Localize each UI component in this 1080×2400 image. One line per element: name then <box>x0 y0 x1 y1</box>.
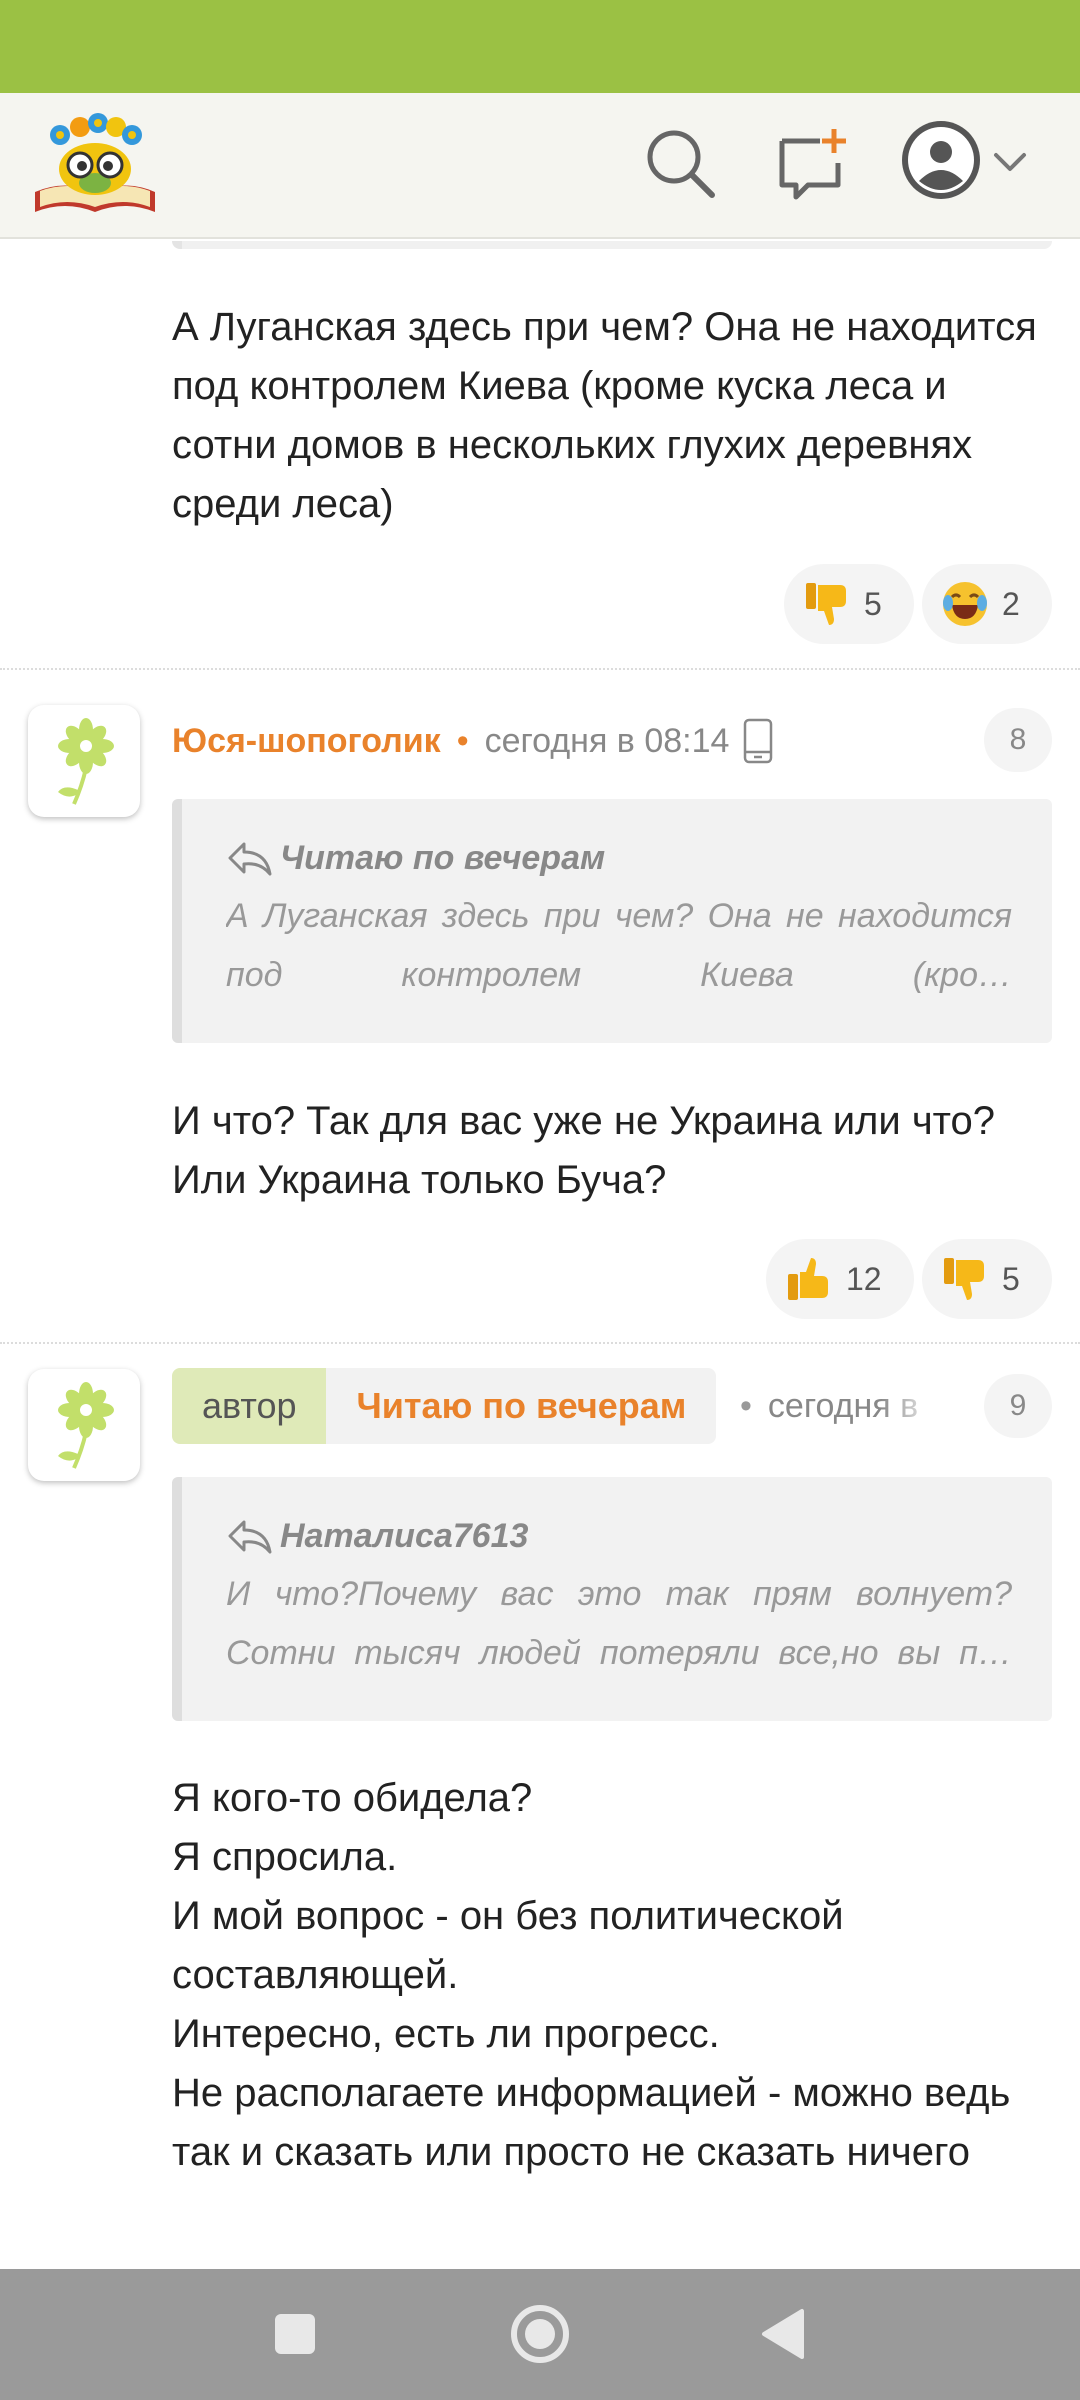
flower-avatar-icon <box>58 1382 114 1469</box>
thumbs-down-icon <box>944 1258 984 1300</box>
comment-text: А Луганская здесь при чем? Она не находи… <box>172 305 1037 526</box>
flower-avatar-icon <box>58 718 114 805</box>
comment-author[interactable]: Читаю по вечерам <box>326 1368 717 1444</box>
reply-arrow-icon <box>228 1520 272 1554</box>
reaction-laughing[interactable]: 2 <box>922 564 1052 644</box>
comment-time: сегодня в 08:14 <box>484 721 730 760</box>
new-message-icon[interactable] <box>772 123 852 203</box>
owl-reading-book-logo[interactable] <box>30 107 160 217</box>
reaction-count: 12 <box>846 1260 882 1297</box>
status-bar <box>0 0 1080 93</box>
comment-divider <box>0 668 1080 670</box>
quote-header: Наталиса7613 <box>226 1511 1012 1561</box>
quote-text: И что?Почему вас это так прям волнует? С… <box>226 1575 1012 1672</box>
laughing-emoji-icon <box>943 582 987 626</box>
reaction-count: 2 <box>1002 585 1020 622</box>
home-icon[interactable] <box>505 2299 575 2369</box>
quote-block-fragment <box>172 241 1052 249</box>
comment-text: Я кого-то обидела? Я спросила. И мой воп… <box>172 1776 1011 2174</box>
separator-dot: • <box>740 1386 752 1425</box>
thumbs-down-icon <box>806 583 846 625</box>
avatar[interactable] <box>28 705 140 817</box>
comment-meta: • сегодня в <box>740 1368 940 1444</box>
reaction-thumbs-down[interactable]: 5 <box>784 564 914 644</box>
comment-number[interactable]: 8 <box>984 708 1052 772</box>
comment-number[interactable]: 9 <box>984 1374 1052 1438</box>
recent-apps-icon[interactable] <box>260 2299 330 2369</box>
comment-text: И что? Так для вас уже не Украина или чт… <box>172 1099 996 1202</box>
comment-thread: А Луганская здесь при чем? Она не находи… <box>0 241 1080 2269</box>
author-tag: автор <box>172 1368 327 1444</box>
reply-arrow-icon <box>228 842 272 876</box>
user-avatar-icon[interactable] <box>900 119 982 201</box>
app-header <box>0 93 1080 239</box>
reaction-thumbs-up[interactable]: 12 <box>766 1239 914 1319</box>
comment-time: сегодня в <box>767 1386 919 1425</box>
reaction-count: 5 <box>864 585 882 622</box>
comment-author[interactable]: Юся-шопоголик <box>172 722 441 761</box>
comment-meta: Юся-шопоголик • сегодня в 08:14 <box>172 716 773 766</box>
quote-block[interactable]: Наталиса7613 И что?Почему вас это так пр… <box>172 1477 1052 1721</box>
quote-author: Читаю по вечерам <box>280 838 606 877</box>
reaction-count: 5 <box>1002 1260 1020 1297</box>
avatar[interactable] <box>28 1369 140 1481</box>
quote-header: Читаю по вечерам <box>226 833 1012 883</box>
search-icon[interactable] <box>640 123 720 203</box>
back-icon[interactable] <box>750 2299 820 2369</box>
quote-block[interactable]: Читаю по вечерам А Луганская здесь при ч… <box>172 799 1052 1043</box>
reaction-thumbs-down[interactable]: 5 <box>922 1239 1052 1319</box>
quote-author: Наталиса7613 <box>280 1516 529 1555</box>
chevron-down-icon[interactable] <box>990 143 1030 183</box>
quote-text: А Луганская здесь при чем? Она не находи… <box>226 897 1012 994</box>
comment-divider <box>0 1342 1080 1344</box>
author-chip[interactable]: автор Читаю по вечерам <box>172 1368 717 1444</box>
mobile-device-icon <box>744 718 773 764</box>
thumbs-up-icon <box>788 1258 828 1300</box>
separator-dot: • <box>456 721 469 760</box>
system-nav-bar <box>0 2269 1080 2400</box>
